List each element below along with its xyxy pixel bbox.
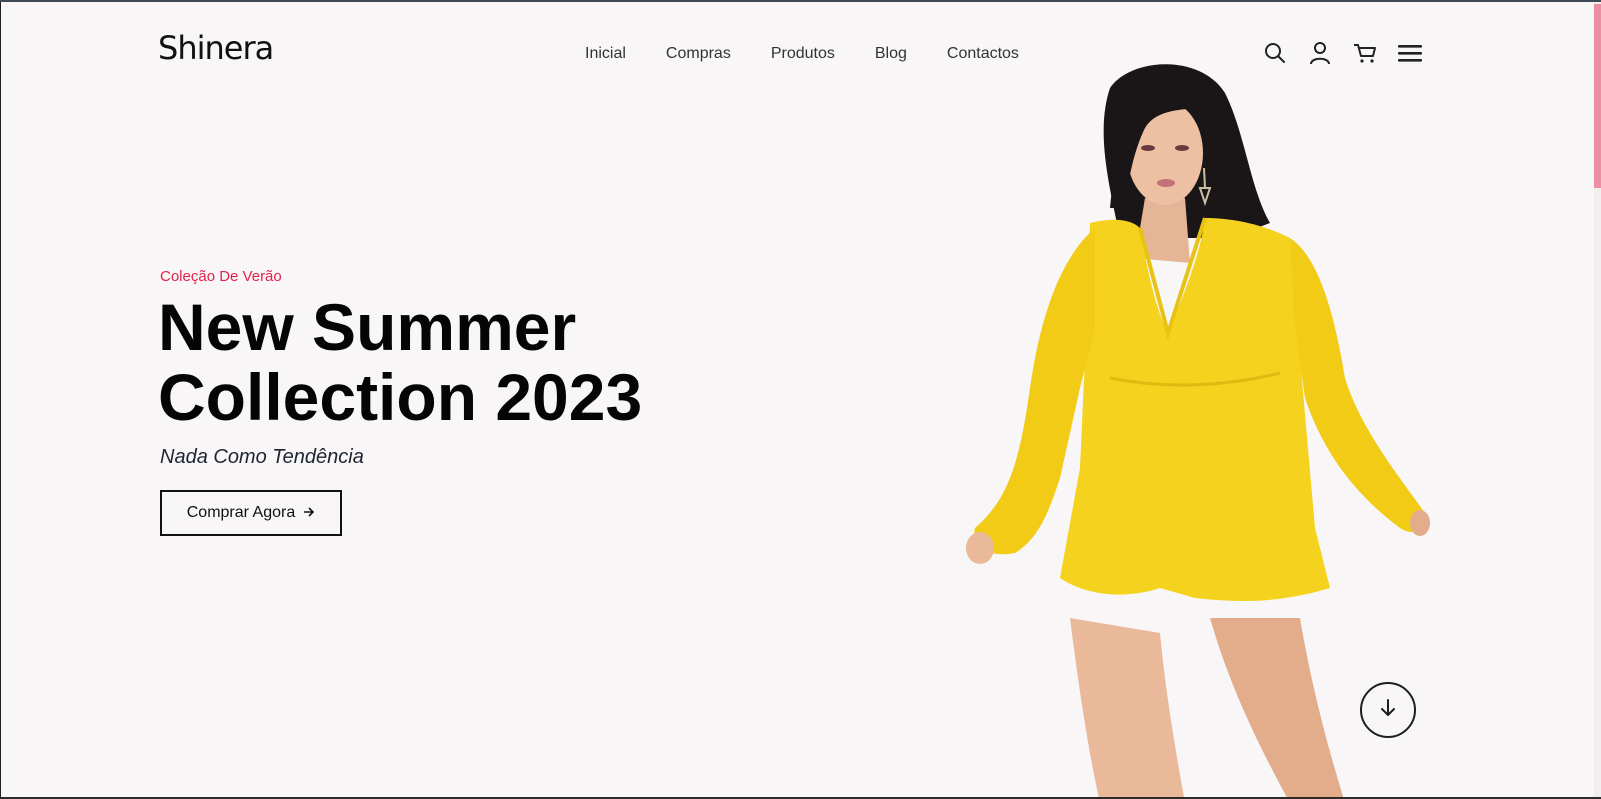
hero-headline: New Summer Collection 2023: [158, 292, 718, 432]
hero-tagline: Nada Como Tendência: [160, 446, 364, 468]
shop-now-label: Comprar Agora: [186, 504, 296, 521]
logo[interactable]: Shinera: [158, 29, 274, 67]
window-edge-left: [0, 2, 1, 799]
nav-item-produtos[interactable]: Produtos: [771, 45, 835, 63]
scroll-down-button[interactable]: [1360, 682, 1416, 738]
arrow-down-icon: [1379, 698, 1397, 723]
logo-text: Shinera: [158, 29, 274, 67]
nav-item-compras[interactable]: Compras: [666, 45, 731, 63]
collection-eyebrow: Coleção De Verão: [160, 268, 282, 285]
main-nav: Inicial Compras Produtos Blog Contactos: [585, 45, 1019, 63]
hero-headline-line-1: New Summer: [158, 290, 577, 364]
hero-headline-line-2: Collection 2023: [158, 360, 643, 434]
shop-now-button[interactable]: Comprar Agora: [160, 490, 342, 536]
page: Shinera Inicial Compras Produtos Blog Co…: [0, 0, 1601, 799]
arrow-right-icon: [303, 504, 315, 522]
nav-item-inicial[interactable]: Inicial: [585, 45, 626, 63]
scrollbar-thumb[interactable]: [1594, 4, 1601, 188]
nav-item-blog[interactable]: Blog: [875, 45, 907, 63]
